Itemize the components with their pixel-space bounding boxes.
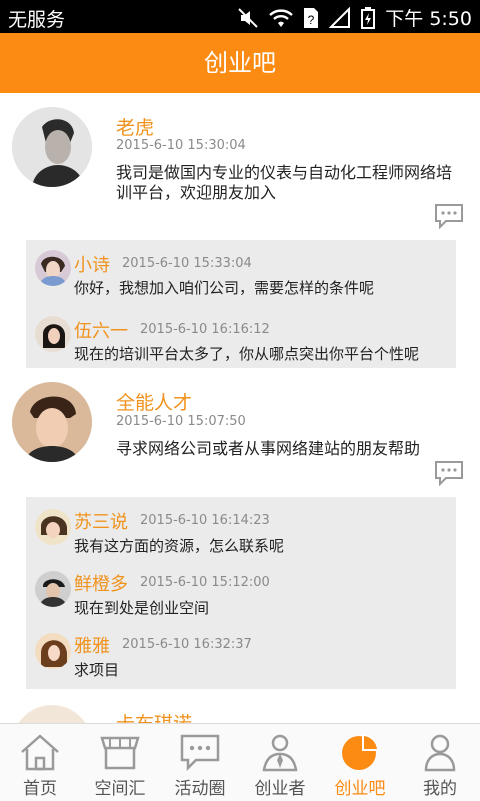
- avatar[interactable]: [35, 316, 71, 352]
- status-icons: ? 下午 5:50: [237, 4, 472, 31]
- reply-timestamp: 2015-6-10 16:32:37: [122, 637, 252, 652]
- reply-author[interactable]: 鲜橙多: [74, 570, 128, 596]
- reply-author[interactable]: 小诗: [74, 251, 110, 277]
- author-name[interactable]: 卡布琪诺: [116, 709, 192, 723]
- tab-label: 创业吧: [334, 779, 386, 799]
- reply-author[interactable]: 伍六一: [74, 317, 128, 343]
- avatar[interactable]: [35, 571, 71, 607]
- reply-item[interactable]: 鲜橙多 2015-6-10 15:12:00 现在到处是创业空间: [26, 559, 456, 621]
- avatar[interactable]: [12, 705, 92, 723]
- tab-label: 创业者: [254, 779, 306, 799]
- reply-item[interactable]: 雅雅 2015-6-10 16:32:37 求项目: [26, 621, 456, 683]
- avatar[interactable]: [35, 250, 71, 286]
- tab-home[interactable]: 首页: [0, 724, 80, 801]
- post-timestamp: 2015-6-10 15:30:04: [116, 138, 246, 153]
- tab-space[interactable]: 空间汇: [80, 724, 160, 801]
- post-item[interactable]: 卡布琪诺: [0, 705, 480, 723]
- post-item[interactable]: 老虎 2015-6-10 15:30:04 我司是做国内专业的仪表与自动化工程师…: [0, 93, 480, 378]
- sim-icon: ?: [304, 7, 319, 28]
- page-title: 创业吧: [204, 49, 276, 77]
- reply-item[interactable]: 苏三说 2015-6-10 16:14:23 我有这方面的资源，怎么联系呢: [26, 497, 456, 559]
- post-item[interactable]: 全能人才 2015-6-10 15:07:50 寻求网络公司或者从事网络建站的朋…: [0, 378, 480, 706]
- comment-icon[interactable]: [434, 460, 464, 486]
- signal-icon: [329, 6, 351, 28]
- reply-body: 我有这方面的资源，怎么联系呢: [74, 537, 285, 555]
- reply-author[interactable]: 雅雅: [74, 632, 110, 658]
- home-icon: [21, 734, 59, 771]
- reply-author[interactable]: 苏三说: [74, 508, 128, 534]
- post-body-line: 训平台，欢迎朋友加入: [116, 183, 277, 202]
- pie-chart-icon: [342, 734, 379, 770]
- title-bar: 创业吧: [0, 33, 480, 93]
- carrier-label: 无服务: [8, 9, 66, 31]
- tab-activities[interactable]: 活动圈: [160, 724, 240, 801]
- reply-timestamp: 2015-6-10 15:12:00: [140, 575, 270, 590]
- bottom-tab-bar: 首页 空间汇 活动圈 创业者 创业吧 我的: [0, 723, 480, 801]
- comment-icon[interactable]: [434, 203, 464, 229]
- tab-mine[interactable]: 我的: [400, 724, 480, 801]
- tab-label: 活动圈: [174, 779, 226, 799]
- post-feed[interactable]: 老虎 2015-6-10 15:30:04 我司是做国内专业的仪表与自动化工程师…: [0, 93, 480, 723]
- avatar[interactable]: [35, 633, 71, 669]
- store-icon: [100, 736, 140, 770]
- reply-body: 你好，我想加入咱们公司，需要怎样的条件呢: [74, 279, 375, 297]
- avatar[interactable]: [35, 509, 71, 545]
- post-body-line: 寻求网络公司或者从事网络建站的朋友帮助: [116, 439, 421, 458]
- status-bar: 无服务 ? 下午 5:50: [0, 0, 480, 33]
- avatar[interactable]: [12, 107, 92, 187]
- entrepreneur-icon: [262, 734, 298, 772]
- svg-text:?: ?: [308, 13, 315, 27]
- reply-item[interactable]: 伍六一 2015-6-10 16:16:12 现在的培训平台太多了，你从哪点突出…: [26, 308, 456, 368]
- wifi-icon: [269, 8, 294, 27]
- reply-list: 苏三说 2015-6-10 16:14:23 我有这方面的资源，怎么联系呢 鲜橙…: [26, 497, 456, 689]
- tab-label: 首页: [23, 779, 57, 799]
- reply-body: 求项目: [74, 661, 120, 679]
- reply-item[interactable]: 小诗 2015-6-10 15:33:04 你好，我想加入咱们公司，需要怎样的条…: [26, 240, 456, 302]
- chat-bubble-icon: [180, 734, 220, 772]
- user-icon: [424, 734, 456, 772]
- post-timestamp: 2015-6-10 15:07:50: [116, 414, 246, 429]
- author-name[interactable]: 全能人才: [116, 388, 192, 415]
- avatar[interactable]: [12, 382, 92, 462]
- battery-icon: [361, 6, 376, 29]
- reply-timestamp: 2015-6-10 15:33:04: [122, 256, 252, 271]
- author-name[interactable]: 老虎: [116, 113, 154, 140]
- mute-icon: [238, 7, 258, 28]
- reply-timestamp: 2015-6-10 16:14:23: [140, 513, 270, 528]
- reply-timestamp: 2015-6-10 16:16:12: [140, 322, 270, 337]
- reply-list: 小诗 2015-6-10 15:33:04 你好，我想加入咱们公司，需要怎样的条…: [26, 240, 456, 368]
- reply-body: 现在到处是创业空间: [74, 599, 210, 617]
- clock: 下午 5:50: [385, 8, 472, 30]
- tab-label: 空间汇: [94, 779, 146, 799]
- tab-label: 我的: [423, 779, 457, 799]
- reply-body: 现在的培训平台太多了，你从哪点突出你平台个性呢: [74, 345, 420, 363]
- tab-entrepreneurs[interactable]: 创业者: [240, 724, 320, 801]
- tab-startup-bar[interactable]: 创业吧: [320, 724, 400, 801]
